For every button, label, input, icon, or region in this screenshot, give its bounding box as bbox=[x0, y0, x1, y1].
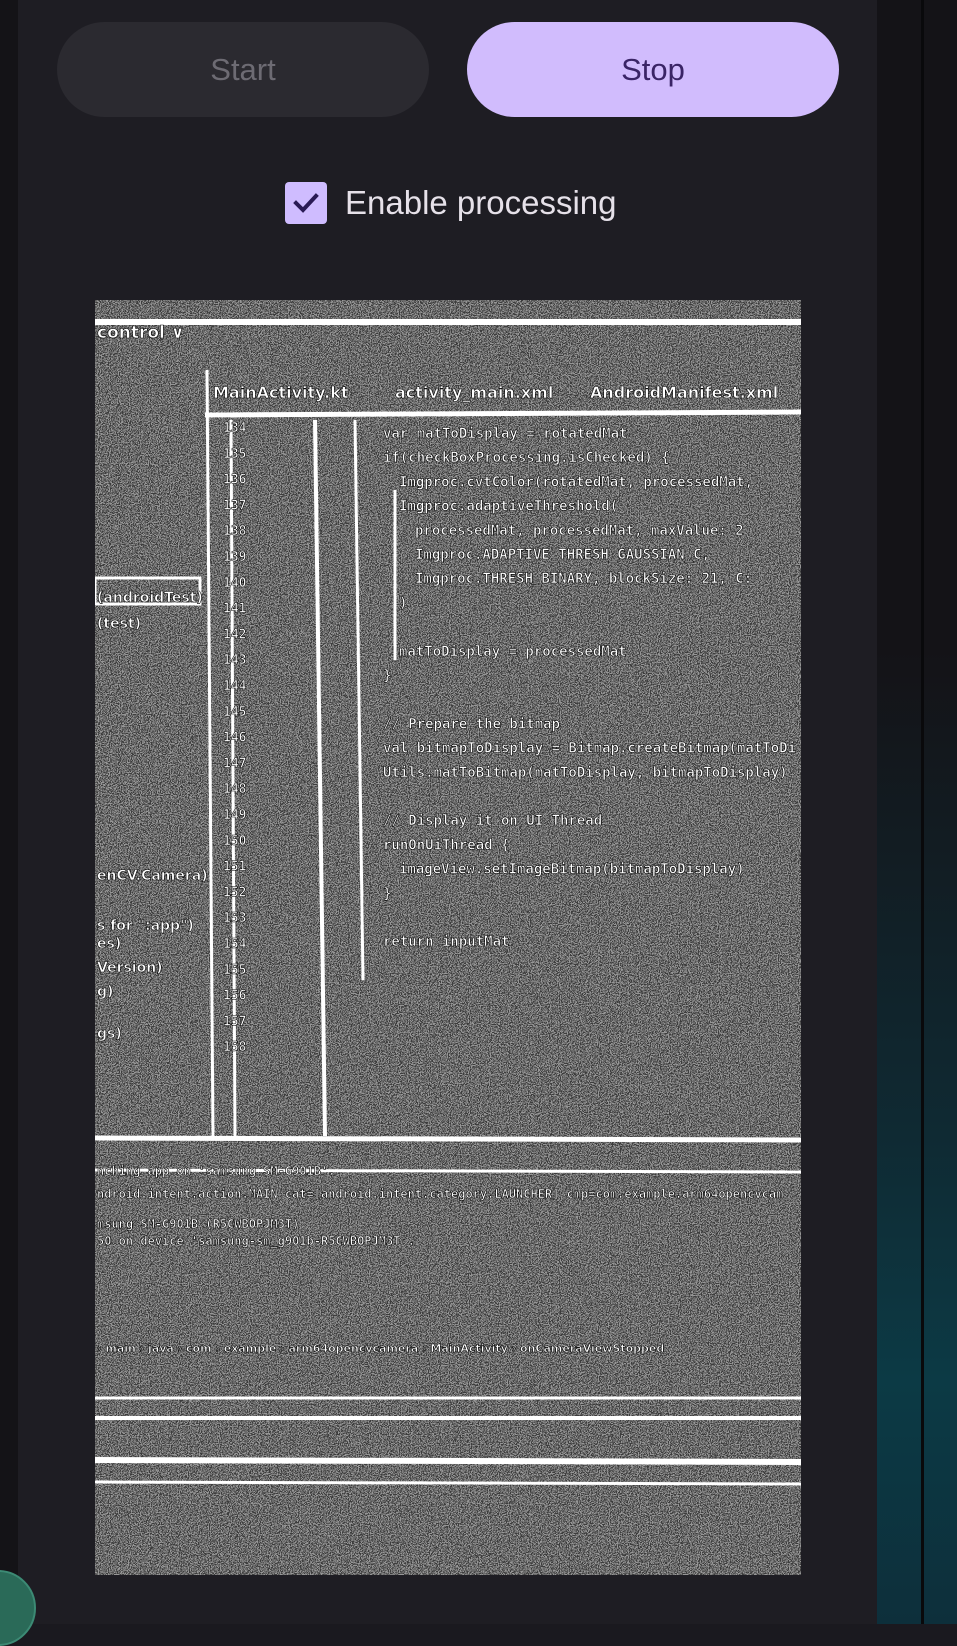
start-button[interactable]: Start bbox=[57, 22, 429, 117]
ide-console-line: 50 on device 'samsung-sm_g901b-R5CWBOPJM… bbox=[97, 1234, 415, 1249]
ide-line-number: 152 bbox=[223, 885, 246, 900]
enable-processing-checkbox[interactable] bbox=[285, 182, 327, 224]
ide-console-line: ndroid.intent.action.MAIN cat=[android.i… bbox=[97, 1187, 783, 1201]
ide-code-line: Imgproc.adaptiveThreshold( bbox=[399, 499, 618, 515]
ide-code-line: runOnUiThread { bbox=[383, 837, 509, 853]
ide-line-number: 139 bbox=[223, 550, 246, 565]
ide-sidebar-text: Version) bbox=[97, 960, 163, 976]
ide-line-number: 157 bbox=[223, 1014, 246, 1029]
ide-tab-label: MainActivity.kt bbox=[213, 383, 349, 402]
ide-line-number: 137 bbox=[223, 498, 246, 513]
ide-line-number: 144 bbox=[223, 679, 247, 694]
ide-line-number: 136 bbox=[223, 473, 247, 488]
ide-code-line: // Prepare the bitmap bbox=[383, 716, 560, 732]
ide-code-line: Utils.matToBitmap(matToDisplay, bitmapTo… bbox=[383, 765, 788, 781]
ide-code-line: } bbox=[383, 886, 391, 902]
ide-code-line: ) bbox=[399, 595, 407, 611]
ide-line-number: 143 bbox=[223, 653, 246, 668]
ide-line-number: 140 bbox=[223, 576, 247, 591]
ide-line-number: 155 bbox=[223, 963, 246, 978]
ide-line-number: 151 bbox=[223, 860, 247, 875]
ide-header-text: control ∨ bbox=[97, 323, 185, 343]
ide-tab-label: AndroidManifest.xml bbox=[590, 383, 778, 402]
ide-sidebar-text: (androidTest) bbox=[97, 590, 203, 606]
ide-sidebar-text: s for ":app") bbox=[97, 918, 194, 934]
ide-code-line: Imgproc.cvtColor(rotatedMat, processedMa… bbox=[399, 474, 753, 490]
ide-line-number: 141 bbox=[223, 602, 247, 617]
ide-code-line: Imgproc.ADAPTIVE_THRESH_GAUSSIAN_C, bbox=[415, 547, 710, 563]
background-panel bbox=[877, 0, 957, 1624]
stop-button[interactable]: Stop bbox=[467, 22, 839, 117]
ide-sidebar-text: g) bbox=[97, 984, 113, 1000]
panel-divider bbox=[921, 0, 924, 1624]
ide-line-number: 135 bbox=[223, 447, 246, 462]
ide-sidebar-text: es) bbox=[97, 936, 121, 952]
ide-line-number: 158 bbox=[223, 1040, 247, 1055]
ide-console-line: nching app on 'samsung SM-G901B'. bbox=[97, 1164, 335, 1178]
ide-code-line: if(checkBoxProcessing.isChecked) { bbox=[383, 450, 670, 466]
left-edge bbox=[0, 0, 18, 1624]
ide-breadcrumb: › main › java › com › example › arm64ope… bbox=[97, 1342, 664, 1355]
ide-line-number: 142 bbox=[223, 627, 246, 642]
ide-sidebar-text: (test) bbox=[97, 616, 141, 632]
ide-code-line: return inputMat bbox=[383, 934, 509, 950]
ide-code-line: processedMat, processedMat, maxValue: 2 bbox=[415, 523, 744, 539]
ide-code-line: // Display it on UI Thread bbox=[383, 813, 602, 829]
ide-code-line: imageView.setImageBitmap(bitmapToDisplay… bbox=[399, 862, 745, 878]
enable-processing-row[interactable]: Enable processing bbox=[285, 180, 617, 226]
ide-tab-label: activity_main.xml bbox=[395, 383, 553, 402]
ide-code-line: val bitmapToDisplay = Bitmap.createBitma… bbox=[383, 741, 796, 757]
ide-line-number: 147 bbox=[223, 756, 246, 771]
ide-line-number: 153 bbox=[223, 911, 246, 926]
ide-code-line: } bbox=[383, 668, 391, 684]
ide-code-line: Imgproc.THRESH_BINARY, blockSize: 21, C: bbox=[415, 571, 752, 587]
camera-preview: control ∨ MainActivity.kt activity_main.xm… bbox=[95, 300, 801, 1575]
ide-line-number: 148 bbox=[223, 782, 247, 797]
ide-console-line: msung SM-G901B (R5CWBOPJM3T) bbox=[97, 1217, 299, 1231]
ide-code-line: var matToDisplay = rotatedMat bbox=[383, 426, 627, 442]
ide-sidebar-text: gs) bbox=[97, 1026, 122, 1042]
ide-line-number: 134 bbox=[223, 421, 247, 436]
ide-line-number: 149 bbox=[223, 808, 246, 823]
processed-frame: control ∨ MainActivity.kt activity_main.xm… bbox=[95, 300, 801, 1575]
ide-line-number: 156 bbox=[223, 989, 247, 1004]
ide-line-number: 154 bbox=[223, 937, 247, 952]
ide-line-number: 138 bbox=[223, 524, 247, 539]
ide-line-number: 146 bbox=[223, 731, 247, 746]
ide-line-number: 145 bbox=[223, 705, 246, 720]
ide-sidebar-text: enCV.Camera) bbox=[97, 868, 208, 884]
check-icon bbox=[293, 193, 319, 213]
ide-line-number: 150 bbox=[223, 834, 247, 849]
enable-processing-label: Enable processing bbox=[345, 184, 617, 221]
ide-code-line: matToDisplay = processedMat bbox=[399, 644, 627, 660]
